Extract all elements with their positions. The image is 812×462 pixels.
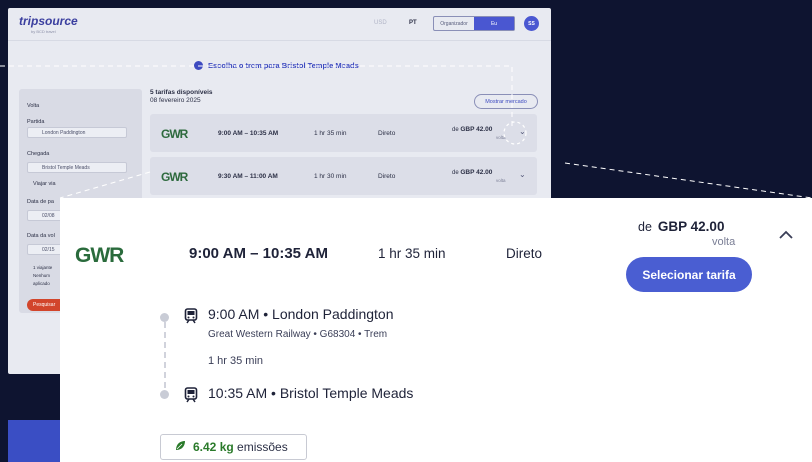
chevron-down-icon[interactable]: ⌄ — [519, 127, 526, 136]
timeline-start-dot — [160, 313, 169, 322]
tripsource-logo[interactable]: tripsource — [19, 14, 78, 28]
fare-time: 9:30 AM – 11:00 AM — [218, 173, 278, 180]
travellers-count[interactable]: 1 viajante — [33, 265, 52, 270]
train-icon — [184, 387, 198, 403]
fare-detail-panel: GWR 9:00 AM – 10:35 AM 1 hr 35 min Diret… — [60, 198, 812, 462]
emissions-badge: 6.42 kg emissões — [160, 434, 307, 460]
fare-stops: Direto — [378, 173, 396, 180]
fare-duration: 1 hr 35 min — [314, 130, 347, 137]
via-checkbox-label[interactable]: Viajar via — [33, 181, 56, 187]
fare-direction: volta — [496, 135, 506, 140]
step-banner: Escolha o trem para Bristol Temple Meads — [194, 61, 359, 70]
departure-stop: 9:00 AM • London Paddington — [208, 306, 394, 322]
detail-stops: Direto — [506, 246, 543, 261]
toggle-me[interactable]: Eu — [474, 17, 514, 30]
results-count: 5 tarifas disponíveis — [150, 89, 213, 96]
fare-duration: 1 hr 30 min — [314, 173, 347, 180]
train-icon — [184, 308, 198, 324]
chevron-up-icon[interactable] — [776, 224, 796, 244]
avatar[interactable]: SS — [524, 16, 539, 31]
fare-price: de GBP 42.00 — [452, 169, 493, 176]
toggle-organizer[interactable]: Organizador — [434, 17, 474, 30]
departure-field[interactable]: London Paddington — [27, 127, 127, 138]
fare-row[interactable]: GWR 9:00 AM – 10:35 AM 1 hr 35 min Diret… — [150, 114, 537, 152]
train-icon — [194, 61, 203, 70]
fare-time: 9:00 AM – 10:35 AM — [218, 130, 279, 137]
decorative-panel — [8, 420, 66, 462]
gwr-logo: GWR — [75, 244, 124, 267]
detail-duration: 1 hr 35 min — [378, 246, 446, 261]
timeline-line — [164, 322, 166, 388]
leg-duration: 1 hr 35 min — [208, 355, 264, 367]
arrival-stop: 10:35 AM • Bristol Temple Meads — [208, 385, 414, 401]
date-label-return: Data da vol — [27, 233, 55, 239]
fare-direction: volta — [496, 178, 506, 183]
timeline-end-dot — [160, 390, 169, 399]
fare-price: de GBP 42.00 — [452, 126, 493, 133]
role-toggle: Organizador Eu — [433, 16, 515, 31]
date-label-outbound: Data de pa — [27, 199, 54, 205]
detail-direction: volta — [712, 236, 736, 248]
gwr-logo: GWR — [161, 127, 188, 141]
arrival-field[interactable]: Bristol Temple Meads — [27, 162, 127, 173]
language-selector[interactable]: PT — [409, 20, 417, 26]
results-header: 5 tarifas disponíveis 08 fevereiro 2025 — [150, 89, 213, 105]
gwr-logo: GWR — [161, 170, 188, 184]
leaf-icon — [175, 440, 186, 454]
departure-label: Partida — [27, 119, 45, 125]
emissions-text: 6.42 kg emissões — [193, 440, 288, 454]
select-fare-button[interactable]: Selecionar tarifa — [626, 257, 752, 292]
chevron-down-icon[interactable]: ⌄ — [519, 170, 526, 179]
policy-note: Nenhum — [33, 273, 51, 278]
show-market-button[interactable]: Mostrar mercado — [474, 94, 538, 109]
app-header: tripsource by BCD travel USD PT Organiza… — [8, 8, 551, 41]
policy-note-2: aplicado — [33, 281, 50, 286]
logo-subtitle: by BCD travel — [31, 29, 56, 34]
fare-stops: Direto — [378, 130, 396, 137]
trip-type-select[interactable]: Volta — [27, 103, 39, 109]
results-date: 08 fevereiro 2025 — [150, 97, 201, 104]
fare-row[interactable]: GWR 9:30 AM – 11:00 AM 1 hr 30 min Diret… — [150, 157, 537, 195]
detail-time: 9:00 AM – 10:35 AM — [189, 245, 328, 262]
currency-selector[interactable]: USD — [374, 20, 387, 26]
banner-text: Escolha o trem para Bristol Temple Meads — [208, 61, 359, 70]
detail-price: de GBP 42.00 — [638, 219, 725, 234]
service-info: Great Western Railway • G68304 • Trem — [208, 329, 388, 340]
arrival-label: Chegada — [27, 151, 50, 157]
